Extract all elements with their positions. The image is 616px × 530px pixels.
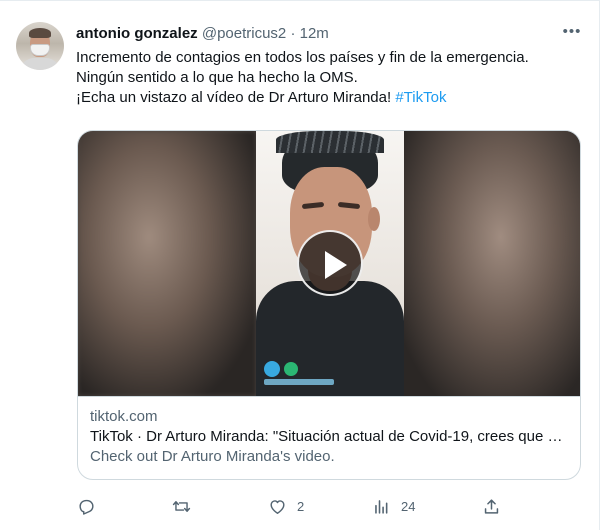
avatar-mask: [30, 44, 50, 56]
blurred-background-right: [404, 131, 580, 396]
reply-button[interactable]: [77, 495, 106, 517]
tweet-text-line: ¡Echa un vistazo al vídeo de Dr Arturo M…: [76, 88, 586, 108]
thumbnail-ear: [368, 207, 380, 231]
like-count: 2: [297, 498, 305, 514]
shirt-logo-icon: [264, 361, 280, 377]
author-name[interactable]: antonio gonzalez: [76, 25, 198, 42]
retweet-icon: [172, 500, 191, 512]
card-media[interactable]: [78, 131, 580, 396]
play-button[interactable]: [297, 230, 363, 296]
card-domain: tiktok.com: [90, 408, 158, 425]
like-button[interactable]: 2: [268, 495, 304, 517]
share-button[interactable]: [482, 495, 511, 517]
card-description: Check out Dr Arturo Miranda's video.: [90, 448, 335, 465]
card-title: TikTok · Dr Arturo Miranda: "Situación a…: [90, 428, 568, 445]
views-count: 24: [401, 498, 416, 514]
tweet-text: Incremento de contagios en todos los paí…: [76, 48, 586, 108]
share-icon: [484, 498, 499, 514]
play-icon: [325, 251, 347, 279]
thumbnail-hair-spikes: [276, 131, 384, 153]
tweet-header: antonio gonzalez @poetricus2 · 12m: [76, 25, 329, 43]
more-options-icon[interactable]: •••: [562, 24, 582, 43]
tweet-text-line: Incremento de contagios en todos los paí…: [76, 49, 529, 66]
card-meta[interactable]: tiktok.com TikTok · Dr Arturo Miranda: "…: [78, 396, 580, 479]
tweet-text-line: Ningún sentido a lo que ha hecho la OMS.: [76, 69, 358, 86]
reply-icon: [79, 499, 94, 515]
analytics-icon: [375, 499, 388, 514]
avatar-shirt: [20, 58, 60, 70]
heart-icon: [270, 499, 285, 514]
tweet[interactable]: antonio gonzalez @poetricus2 · 12m ••• I…: [0, 0, 600, 530]
shirt-logo-icon: [284, 362, 298, 376]
views-button[interactable]: 24: [372, 495, 415, 517]
author-handle[interactable]: @poetricus2: [202, 25, 286, 42]
timestamp[interactable]: 12m: [300, 25, 329, 42]
tweet-text-line-content: ¡Echa un vistazo al vídeo de Dr Arturo M…: [76, 89, 396, 106]
avatar[interactable]: [16, 22, 64, 70]
retweet-button[interactable]: [172, 495, 201, 517]
hashtag-link[interactable]: #TikTok: [395, 89, 446, 106]
link-card[interactable]: tiktok.com TikTok · Dr Arturo Miranda: "…: [77, 130, 581, 480]
shirt-logo-text: [264, 379, 334, 385]
tweet-actions: 2 24: [77, 495, 517, 517]
blurred-background-left: [78, 131, 256, 396]
avatar-hair: [29, 28, 51, 38]
separator-dot: ·: [290, 25, 296, 42]
